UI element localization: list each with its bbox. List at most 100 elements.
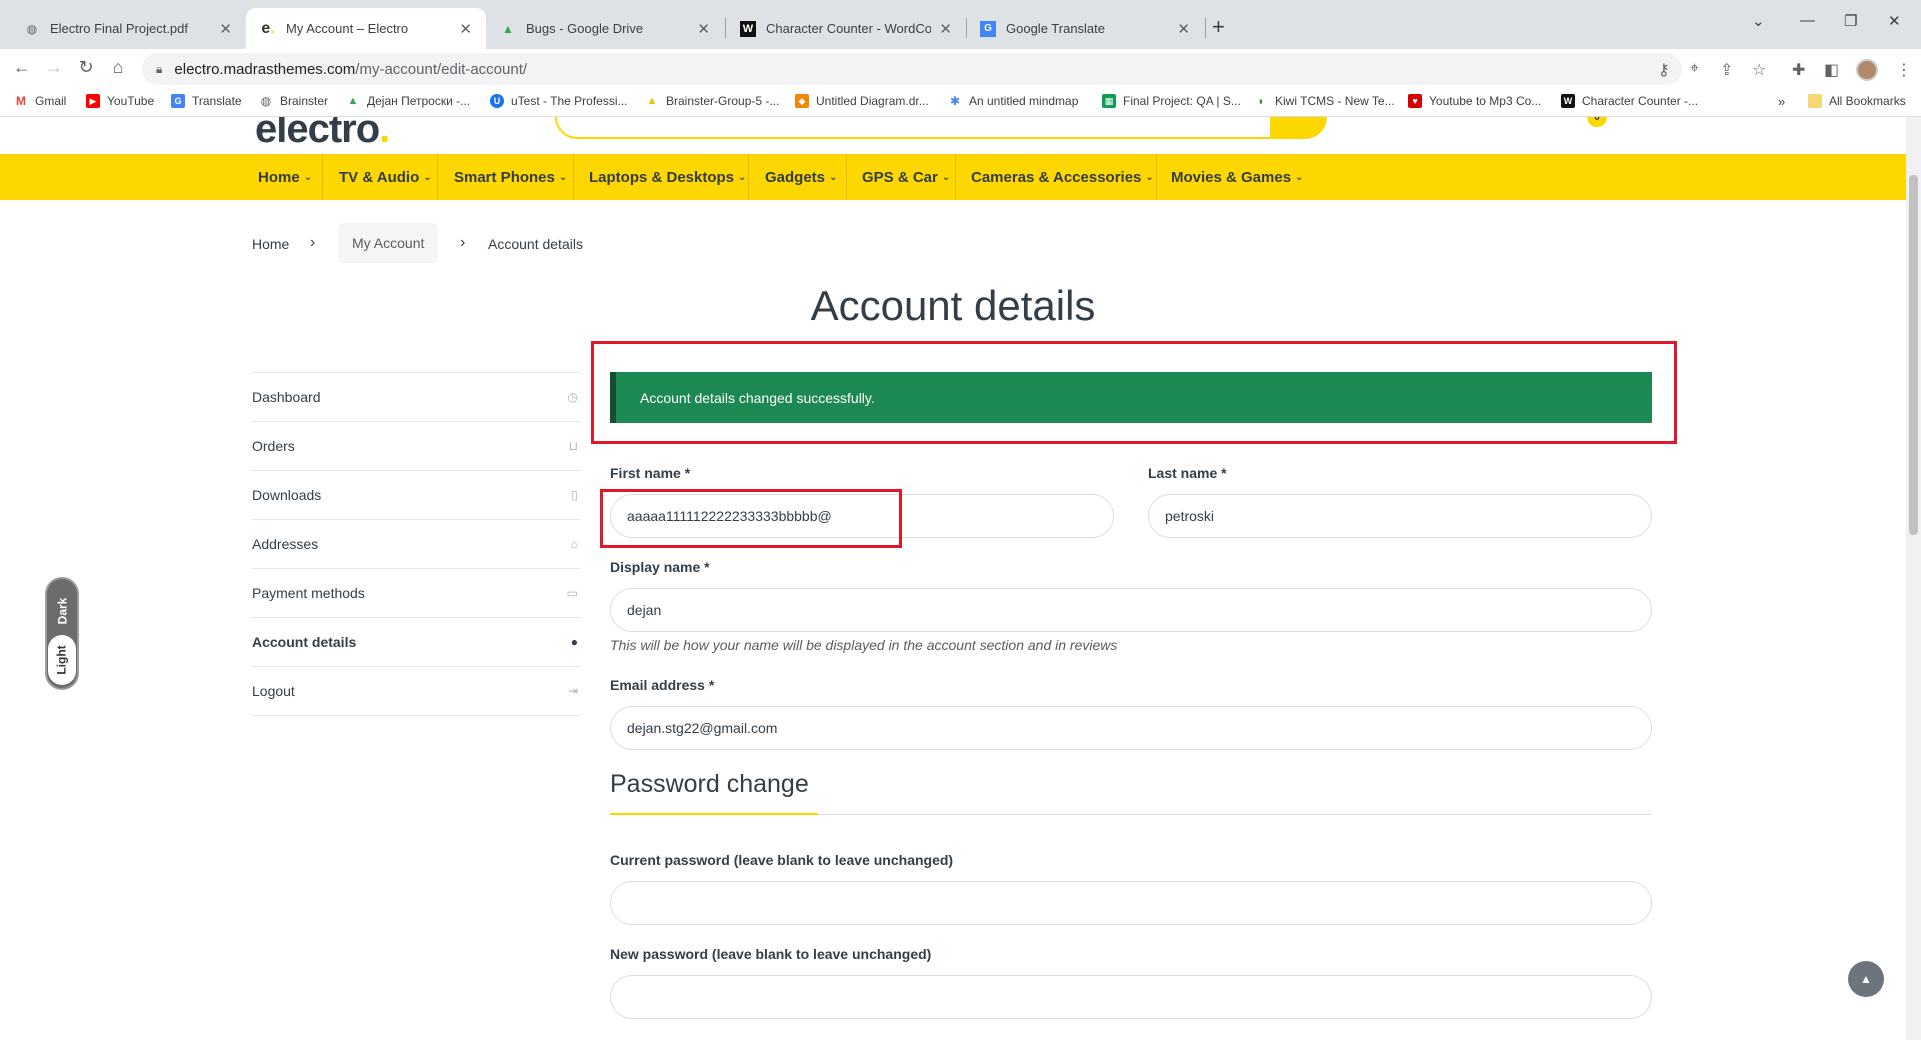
window-close-icon[interactable]: ✕ [1888, 12, 1901, 30]
bookmark-item[interactable]: ▦ Final Project: QA | S... [1102, 94, 1241, 108]
share-icon[interactable]: ⇪ [1720, 60, 1733, 80]
reload-icon[interactable]: ↻ [74, 57, 98, 78]
new-tab-plus-icon[interactable]: + [1212, 14, 1225, 40]
site-logo[interactable]: electro. [255, 117, 390, 152]
sidebar-item-addresses[interactable]: Addresses ⌂ [252, 519, 580, 568]
drive-icon: ▲ [645, 94, 659, 108]
tab-search-chevron-icon[interactable]: ⌄ [1752, 12, 1765, 30]
bookmark-item[interactable]: ▲ Дејан Петроски -... [346, 94, 470, 108]
theme-mode-toggle[interactable]: Dark Light [45, 577, 79, 690]
sheets-icon: ▦ [1102, 94, 1116, 108]
browser-tab[interactable]: W Character Counter - WordCount ✕ [726, 8, 966, 49]
chevron-right-icon: › [460, 234, 466, 251]
nav-item-cameras-accessories[interactable]: Cameras & Accessories ⌄ [971, 154, 1154, 200]
nav-item-home[interactable]: Home ⌄ [258, 154, 312, 200]
star-icon[interactable]: ☆ [1752, 60, 1766, 80]
bookmark-item[interactable]: ♥ Youtube to Mp3 Co... [1408, 94, 1541, 108]
bookmark-label: Brainster-Group-5 -... [666, 94, 780, 108]
bookmark-label: uTest - The Professi... [511, 94, 628, 108]
page-scrollbar[interactable] [1906, 117, 1921, 1040]
mindmap-icon: ✱ [948, 94, 962, 108]
breadcrumb-current: Account details [488, 236, 583, 252]
sidebar-item-label: Orders [252, 438, 295, 454]
kebab-menu-icon[interactable]: ⋮ [1896, 60, 1912, 80]
nav-item-tv-audio[interactable]: TV & Audio ⌄ [339, 154, 432, 200]
electro-icon: e. [261, 19, 275, 37]
bookmarks-overflow-icon[interactable]: » [1778, 94, 1785, 109]
bookmark-item[interactable]: ✱ An untitled mindmap [948, 94, 1078, 108]
bookmark-label: YouTube [107, 94, 155, 108]
bookmark-item[interactable]: W Character Counter -... [1561, 94, 1698, 108]
dark-mode-option[interactable]: Dark [47, 589, 77, 633]
tab-title: My Account – Electro [286, 21, 409, 36]
sidebar-item-logout[interactable]: Logout ⇥ [252, 666, 580, 715]
forward-arrow-icon[interactable]: → [42, 57, 66, 78]
nav-item-movies-games[interactable]: Movies & Games ⌄ [1171, 154, 1303, 200]
wordcounter-icon: W [1561, 94, 1575, 108]
browser-tab-active[interactable]: e. My Account – Electro ✕ [246, 8, 486, 49]
chevron-down-icon: ⌄ [1295, 171, 1304, 183]
close-icon[interactable]: ✕ [939, 20, 952, 38]
bookmark-item[interactable]: ◍ Brainster [259, 94, 328, 108]
browser-tab[interactable]: ◍ Electro Final Project.pdf ✕ [10, 8, 246, 49]
nav-item-gadgets[interactable]: Gadgets ⌄ [765, 154, 837, 200]
translate-icon: G [980, 20, 996, 37]
close-icon[interactable]: ✕ [459, 20, 472, 38]
back-to-top-button[interactable]: ▲ [1848, 961, 1884, 997]
nav-label: Cameras & Accessories [971, 168, 1142, 186]
bookmark-label: Kiwi TCMS - New Te... [1275, 94, 1395, 108]
address-bar[interactable]: 🔒︎ electro.madrasthemes.com/my-account/e… [142, 53, 1682, 85]
scrollbar-thumb[interactable] [1909, 175, 1918, 535]
bookmark-label: An untitled mindmap [969, 94, 1079, 108]
nav-label: TV & Audio [339, 168, 420, 186]
email-field[interactable]: dejan.stg22@gmail.com [610, 706, 1652, 750]
search-bar[interactable] [555, 117, 1325, 139]
current-password-field[interactable] [610, 881, 1652, 925]
browser-tab[interactable]: G Google Translate ✕ [966, 8, 1204, 49]
bookmark-item[interactable]: ◗ Kiwi TCMS - New Te... [1254, 94, 1395, 108]
close-icon[interactable]: ✕ [219, 20, 232, 38]
light-mode-option[interactable]: Light [48, 635, 76, 685]
nav-item-smart-phones[interactable]: Smart Phones ⌄ [454, 154, 567, 200]
browser-tab[interactable]: ▲ Bugs - Google Drive ✕ [486, 8, 724, 49]
back-arrow-icon[interactable]: ← [10, 57, 34, 78]
search-button[interactable] [1270, 117, 1327, 139]
minimize-icon[interactable]: — [1800, 12, 1815, 29]
last-name-field[interactable]: petroski [1148, 494, 1652, 538]
lock-icon: 🔒︎ [156, 61, 163, 76]
breadcrumb-home[interactable]: Home [252, 236, 289, 252]
close-icon[interactable]: ✕ [1177, 20, 1190, 38]
bookmark-item[interactable]: M Gmail [14, 94, 66, 108]
sidebar-item-dashboard[interactable]: Dashboard ◷ [252, 372, 580, 421]
chevron-down-icon: ⌄ [1145, 171, 1154, 183]
current-password-label: Current password (leave blank to leave u… [610, 852, 954, 868]
close-icon[interactable]: ✕ [697, 20, 710, 38]
extensions-puzzle-icon[interactable]: ✚ [1792, 60, 1805, 80]
display-name-field[interactable]: dejan [610, 588, 1652, 632]
key-icon[interactable]: ⚷ [1658, 60, 1670, 80]
sidebar-item-orders[interactable]: Orders ⊔ [252, 421, 580, 470]
chevron-down-icon: ⌄ [303, 171, 313, 183]
sidebar-item-account-details[interactable]: Account details ● [252, 617, 580, 666]
location-pin-icon[interactable]: ⌖ [1690, 60, 1699, 78]
tab-separator [1205, 18, 1206, 38]
browser-toolbar: ← → ↻ ⌂ 🔒︎ electro.madrasthemes.com/my-a… [0, 49, 1921, 89]
bookmark-item[interactable]: G Translate [171, 94, 242, 108]
sidebar-item-downloads[interactable]: Downloads ▯ [252, 470, 580, 519]
chevron-down-icon: ⌄ [558, 171, 568, 183]
all-bookmarks[interactable]: All Bookmarks [1808, 94, 1906, 108]
bookmark-item[interactable]: UuTest - The Professi... [490, 94, 628, 108]
nav-item-gps-car[interactable]: GPS & Car ⌄ [862, 154, 950, 200]
breadcrumb-my-account[interactable]: My Account [338, 223, 439, 263]
bookmark-item[interactable]: ▶ YouTube [86, 94, 154, 108]
home-icon[interactable]: ⌂ [106, 57, 130, 78]
side-panel-icon[interactable]: ◧ [1824, 60, 1839, 80]
display-name-hint: This will be how your name will be displ… [610, 637, 1118, 653]
restore-icon[interactable]: ❐ [1844, 12, 1857, 30]
bookmark-item[interactable]: ▲ Brainster-Group-5 -... [645, 94, 779, 108]
new-password-field[interactable] [610, 975, 1652, 1019]
sidebar-item-payment-methods[interactable]: Payment methods ▭ [252, 568, 580, 617]
nav-item-laptops-desktops[interactable]: Laptops & Desktops ⌄ [589, 154, 746, 200]
bookmark-item[interactable]: ◆ Untitled Diagram.dr... [795, 94, 929, 108]
profile-avatar[interactable] [1856, 59, 1878, 81]
